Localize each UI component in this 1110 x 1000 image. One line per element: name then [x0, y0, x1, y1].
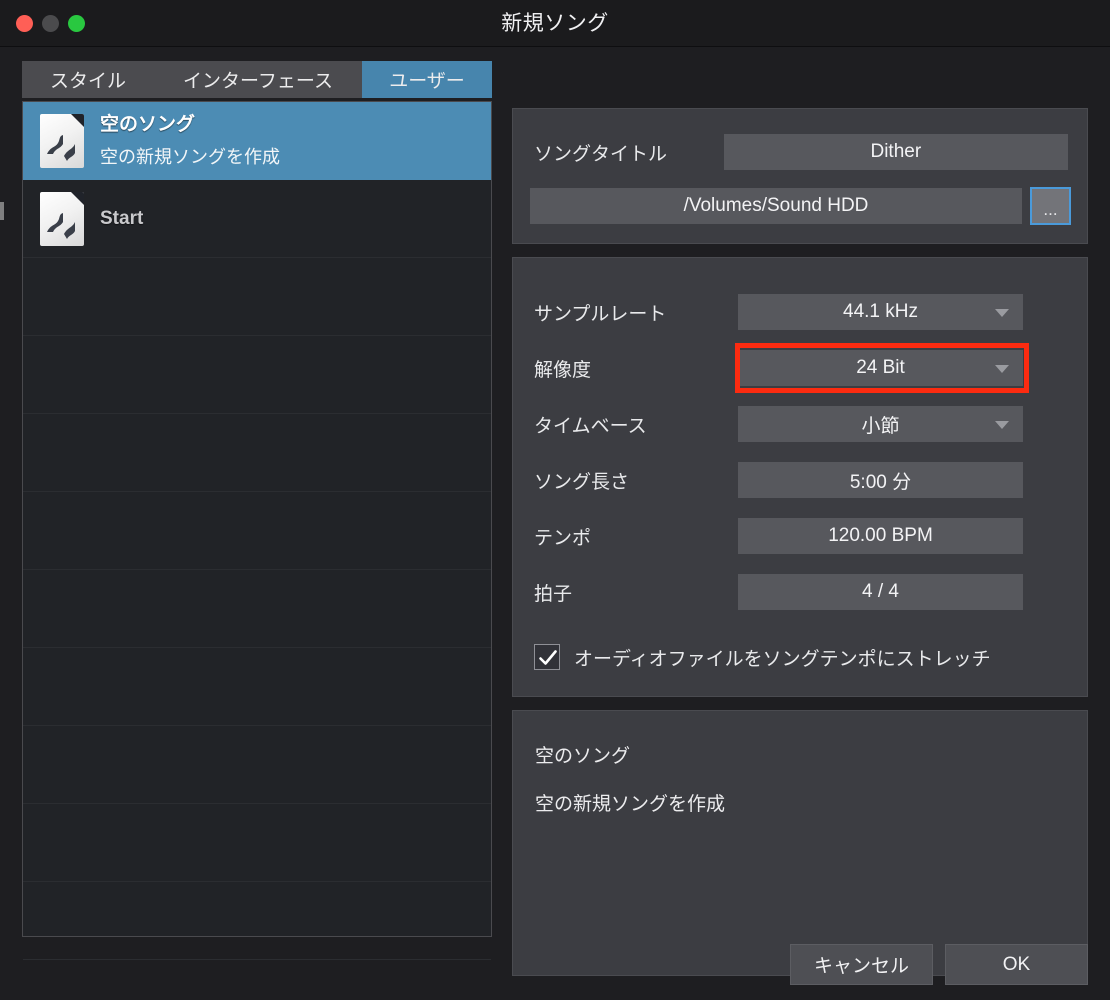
- tempo-row: テンポ 120.00 BPM: [534, 518, 1068, 554]
- list-item[interactable]: [23, 648, 491, 726]
- resolution-row: 解像度 24 Bit: [534, 350, 1068, 386]
- template-list[interactable]: 空のソング 空の新規ソングを作成 Start: [22, 101, 492, 960]
- dialog-footer: キャンセル OK: [790, 944, 1088, 985]
- window-titlebar: 新規ソング: [0, 0, 1110, 47]
- list-item-start[interactable]: Start: [23, 180, 491, 258]
- list-item-title: 空のソング: [100, 114, 196, 136]
- time-signature-label: 拍子: [534, 583, 573, 605]
- sample-rate-row: サンプルレート 44.1 kHz: [534, 294, 1068, 330]
- list-item[interactable]: [23, 336, 491, 414]
- tempo-label: テンポ: [534, 527, 592, 549]
- song-file-icon: [40, 113, 84, 168]
- screen-edge-artifact: [0, 202, 4, 220]
- tempo-input[interactable]: 120.00 BPM: [738, 518, 1023, 554]
- new-song-dialog: 新規ソング スタイル インターフェース ユーザー 空のソング 空の新規ソングを作…: [0, 0, 1110, 1000]
- song-length-row: ソング長さ 5:00 分: [534, 462, 1068, 498]
- time-signature-row: 拍子 4 / 4: [534, 574, 1068, 610]
- song-file-glyph: [47, 212, 75, 239]
- sample-rate-label: サンプルレート: [534, 303, 667, 325]
- list-item-subtitle: 空の新規ソングを作成: [100, 146, 280, 167]
- stretch-option-row[interactable]: オーディオファイルをソングテンポにストレッチ: [534, 642, 1068, 672]
- resolution-select[interactable]: 24 Bit: [738, 350, 1023, 386]
- song-path-input[interactable]: /Volumes/Sound HDD: [530, 188, 1022, 224]
- cancel-button[interactable]: キャンセル: [790, 944, 933, 985]
- browse-folder-button[interactable]: ...: [1030, 187, 1071, 225]
- timebase-select[interactable]: 小節: [738, 406, 1023, 442]
- ok-button[interactable]: OK: [945, 944, 1088, 985]
- song-length-input[interactable]: 5:00 分: [738, 462, 1023, 498]
- list-item-empty-song[interactable]: 空のソング 空の新規ソングを作成: [23, 102, 491, 180]
- list-item[interactable]: [23, 258, 491, 336]
- sample-rate-value: 44.1 kHz: [843, 301, 918, 322]
- list-item-text: Start: [100, 205, 143, 233]
- dialog-body: スタイル インターフェース ユーザー 空のソング 空の新規ソングを作成 Star…: [0, 47, 1110, 1000]
- timebase-value: 小節: [861, 415, 900, 437]
- list-item[interactable]: [23, 804, 491, 882]
- stretch-option-label: オーディオファイルをソングテンポにストレッチ: [574, 648, 991, 670]
- checkmark-icon: [539, 650, 557, 665]
- timebase-label: タイムベース: [534, 415, 647, 437]
- song-title-row: ソングタイトル Dither: [534, 134, 1068, 170]
- chevron-down-icon: [995, 309, 1009, 317]
- window-title: 新規ソング: [501, 12, 609, 35]
- list-item[interactable]: [23, 882, 491, 960]
- list-item[interactable]: [23, 414, 491, 492]
- song-settings-pane: ソングタイトル Dither /Volumes/Sound HDD ... サン…: [512, 61, 1088, 976]
- tab-interface[interactable]: インターフェース: [154, 61, 362, 98]
- chevron-down-icon: [995, 365, 1009, 373]
- resolution-label: 解像度: [534, 359, 592, 381]
- stretch-checkbox[interactable]: [534, 644, 560, 670]
- sample-rate-select[interactable]: 44.1 kHz: [738, 294, 1023, 330]
- song-file-glyph: [47, 134, 75, 161]
- template-browser: スタイル インターフェース ユーザー 空のソング 空の新規ソングを作成 Star…: [22, 61, 492, 960]
- song-title-label: ソングタイトル: [534, 143, 668, 165]
- list-item-title: Start: [100, 207, 144, 229]
- description-body: 空の新規ソングを作成: [535, 794, 726, 815]
- tab-user[interactable]: ユーザー: [362, 61, 492, 98]
- song-file-icon: [40, 191, 84, 246]
- description-title: 空のソング: [535, 746, 631, 767]
- tab-style[interactable]: スタイル: [22, 61, 154, 98]
- song-title-input[interactable]: Dither: [723, 134, 1068, 170]
- list-item[interactable]: [23, 726, 491, 804]
- resolution-value: 24 Bit: [856, 357, 905, 378]
- list-item[interactable]: [23, 570, 491, 648]
- description-card: 空のソング 空の新規ソングを作成: [512, 710, 1088, 976]
- song-title-card: ソングタイトル Dither /Volumes/Sound HDD ...: [512, 108, 1088, 244]
- list-item[interactable]: [23, 492, 491, 570]
- timebase-row: タイムベース 小節: [534, 406, 1068, 442]
- audio-settings-card: サンプルレート 44.1 kHz 解像度 24 Bit タイムベース 小節 ソン…: [512, 257, 1088, 697]
- list-item-text: 空のソング 空の新規ソングを作成: [100, 111, 280, 170]
- category-tabbar: スタイル インターフェース ユーザー: [22, 61, 492, 98]
- song-path-row: /Volumes/Sound HDD ...: [530, 187, 1072, 225]
- time-signature-input[interactable]: 4 / 4: [738, 574, 1023, 610]
- song-length-label: ソング長さ: [534, 471, 630, 493]
- chevron-down-icon: [995, 421, 1009, 429]
